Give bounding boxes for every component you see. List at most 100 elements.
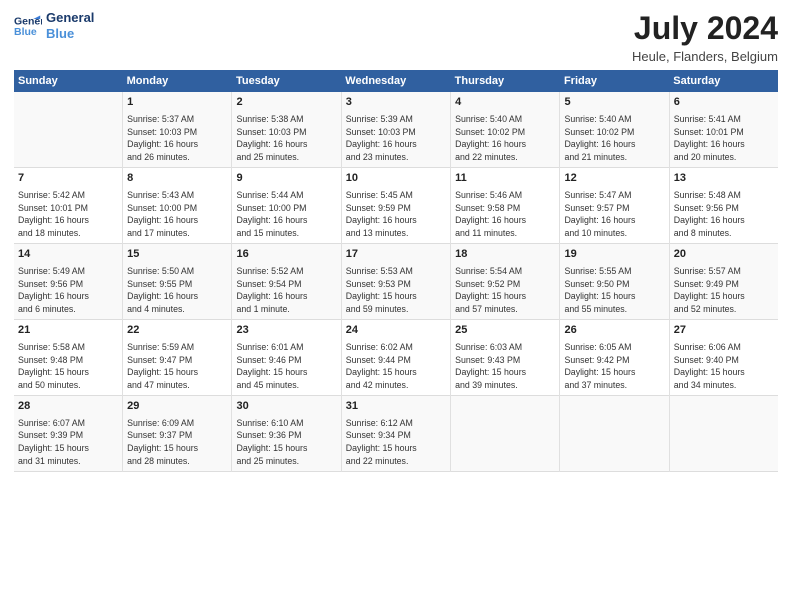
day-number: 24 — [346, 323, 446, 339]
day-info: Sunrise: 5:38 AMSunset: 10:03 PMDaylight… — [236, 113, 336, 164]
day-number: 16 — [236, 247, 336, 263]
calendar-cell-w5-d3: 30 Sunrise: 6:10 AMSunset: 9:36 PMDayligh… — [232, 395, 341, 471]
day-info: Sunrise: 5:59 AMSunset: 9:47 PMDaylight:… — [127, 341, 227, 392]
day-number: 13 — [674, 171, 774, 187]
calendar-cell-w4-d2: 22 Sunrise: 5:59 AMSunset: 9:47 PMDayligh… — [123, 319, 232, 395]
day-info: Sunrise: 5:39 AMSunset: 10:03 PMDaylight… — [346, 113, 446, 164]
subtitle: Heule, Flanders, Belgium — [632, 49, 778, 64]
col-saturday: Saturday — [669, 70, 778, 92]
calendar-cell-w4-d6: 26 Sunrise: 6:05 AMSunset: 9:42 PMDayligh… — [560, 319, 669, 395]
calendar-cell-w2-d7: 13Sunrise: 5:48 AMSunset: 9:56 PMDayligh… — [669, 167, 778, 243]
day-info: Sunrise: 5:49 AMSunset: 9:56 PMDaylight:… — [18, 265, 118, 316]
day-info: Sunrise: 5:57 AMSunset: 9:49 PMDaylight:… — [674, 265, 774, 316]
calendar-cell-w2-d4: 10Sunrise: 5:45 AMSunset: 9:59 PMDayligh… — [341, 167, 450, 243]
calendar-cell-w2-d3: 9 Sunrise: 5:44 AMSunset: 10:00 PMDayligh… — [232, 167, 341, 243]
day-number: 10 — [346, 171, 446, 187]
logo-icon: General Blue — [14, 12, 42, 40]
day-number: 31 — [346, 399, 446, 415]
day-info: Sunrise: 6:07 AMSunset: 9:39 PMDaylight:… — [18, 417, 118, 468]
calendar-cell-w1-d5: 4Sunrise: 5:40 AMSunset: 10:02 PMDayligh… — [451, 92, 560, 167]
calendar-cell-w2-d5: 11Sunrise: 5:46 AMSunset: 9:58 PMDayligh… — [451, 167, 560, 243]
calendar-body: 1Sunrise: 5:37 AMSunset: 10:03 PMDayligh… — [14, 92, 778, 471]
day-info: Sunrise: 6:06 AMSunset: 9:40 PMDaylight:… — [674, 341, 774, 392]
day-number: 19 — [564, 247, 664, 263]
calendar-cell-w4-d1: 21 Sunrise: 5:58 AMSunset: 9:48 PMDayligh… — [14, 319, 123, 395]
calendar-cell-w5-d5 — [451, 395, 560, 471]
calendar-cell-w3-d6: 19 Sunrise: 5:55 AMSunset: 9:50 PMDayligh… — [560, 243, 669, 319]
day-info: Sunrise: 5:42 AMSunset: 10:01 PMDaylight… — [18, 189, 118, 240]
main-title: July 2024 — [632, 10, 778, 47]
calendar-cell-w1-d2: 1Sunrise: 5:37 AMSunset: 10:03 PMDayligh… — [123, 92, 232, 167]
calendar-cell-w1-d3: 2 Sunrise: 5:38 AMSunset: 10:03 PMDayligh… — [232, 92, 341, 167]
calendar-cell-w1-d1 — [14, 92, 123, 167]
day-number: 21 — [18, 323, 118, 339]
day-number: 14 — [18, 247, 118, 263]
day-number: 12 — [564, 171, 664, 187]
day-number: 20 — [674, 247, 774, 263]
header: General Blue General Blue July 2024 Heul… — [14, 10, 778, 64]
day-info: Sunrise: 5:47 AMSunset: 9:57 PMDaylight:… — [564, 189, 664, 240]
calendar-cell-w1-d7: 6Sunrise: 5:41 AMSunset: 10:01 PMDayligh… — [669, 92, 778, 167]
day-info: Sunrise: 5:44 AMSunset: 10:00 PMDaylight… — [236, 189, 336, 240]
col-wednesday: Wednesday — [341, 70, 450, 92]
day-info: Sunrise: 5:54 AMSunset: 9:52 PMDaylight:… — [455, 265, 555, 316]
week-row-4: 21 Sunrise: 5:58 AMSunset: 9:48 PMDayligh… — [14, 319, 778, 395]
day-number: 2 — [236, 95, 336, 111]
day-number: 3 — [346, 95, 446, 111]
day-info: Sunrise: 5:58 AMSunset: 9:48 PMDaylight:… — [18, 341, 118, 392]
calendar-cell-w2-d1: 7 Sunrise: 5:42 AMSunset: 10:01 PMDayligh… — [14, 167, 123, 243]
calendar-cell-w5-d2: 29Sunrise: 6:09 AMSunset: 9:37 PMDayligh… — [123, 395, 232, 471]
day-info: Sunrise: 6:01 AMSunset: 9:46 PMDaylight:… — [236, 341, 336, 392]
calendar-cell-w3-d1: 14 Sunrise: 5:49 AMSunset: 9:56 PMDayligh… — [14, 243, 123, 319]
day-number: 7 — [18, 171, 118, 187]
calendar-cell-w3-d4: 17Sunrise: 5:53 AMSunset: 9:53 PMDayligh… — [341, 243, 450, 319]
day-info: Sunrise: 6:10 AMSunset: 9:36 PMDaylight:… — [236, 417, 336, 468]
day-info: Sunrise: 5:50 AMSunset: 9:55 PMDaylight:… — [127, 265, 227, 316]
week-row-3: 14 Sunrise: 5:49 AMSunset: 9:56 PMDayligh… — [14, 243, 778, 319]
logo-line2: Blue — [46, 26, 94, 42]
day-info: Sunrise: 5:46 AMSunset: 9:58 PMDaylight:… — [455, 189, 555, 240]
logo: General Blue General Blue — [14, 10, 94, 41]
day-number: 15 — [127, 247, 227, 263]
day-number: 22 — [127, 323, 227, 339]
calendar-cell-w2-d2: 8Sunrise: 5:43 AMSunset: 10:00 PMDayligh… — [123, 167, 232, 243]
day-info: Sunrise: 5:37 AMSunset: 10:03 PMDaylight… — [127, 113, 227, 164]
week-row-2: 7 Sunrise: 5:42 AMSunset: 10:01 PMDayligh… — [14, 167, 778, 243]
day-info: Sunrise: 5:40 AMSunset: 10:02 PMDaylight… — [455, 113, 555, 164]
calendar-cell-w4-d3: 23 Sunrise: 6:01 AMSunset: 9:46 PMDayligh… — [232, 319, 341, 395]
calendar-cell-w2-d6: 12 Sunrise: 5:47 AMSunset: 9:57 PMDayligh… — [560, 167, 669, 243]
col-tuesday: Tuesday — [232, 70, 341, 92]
logo-text: General Blue — [46, 10, 94, 41]
day-number: 27 — [674, 323, 774, 339]
calendar-cell-w4-d7: 27 Sunrise: 6:06 AMSunset: 9:40 PMDayligh… — [669, 319, 778, 395]
calendar-cell-w3-d2: 15 Sunrise: 5:50 AMSunset: 9:55 PMDayligh… — [123, 243, 232, 319]
day-info: Sunrise: 5:40 AMSunset: 10:02 PMDaylight… — [564, 113, 664, 164]
calendar-cell-w5-d7 — [669, 395, 778, 471]
day-info: Sunrise: 6:05 AMSunset: 9:42 PMDaylight:… — [564, 341, 664, 392]
calendar-cell-w4-d5: 25 Sunrise: 6:03 AMSunset: 9:43 PMDayligh… — [451, 319, 560, 395]
day-info: Sunrise: 5:55 AMSunset: 9:50 PMDaylight:… — [564, 265, 664, 316]
day-number: 28 — [18, 399, 118, 415]
day-info: Sunrise: 5:52 AMSunset: 9:54 PMDaylight:… — [236, 265, 336, 316]
title-block: July 2024 Heule, Flanders, Belgium — [632, 10, 778, 64]
day-number: 29 — [127, 399, 227, 415]
day-number: 8 — [127, 171, 227, 187]
day-number: 23 — [236, 323, 336, 339]
calendar-cell-w1-d4: 3 Sunrise: 5:39 AMSunset: 10:03 PMDayligh… — [341, 92, 450, 167]
col-sunday: Sunday — [14, 70, 123, 92]
calendar-cell-w1-d6: 5 Sunrise: 5:40 AMSunset: 10:02 PMDayligh… — [560, 92, 669, 167]
day-number: 17 — [346, 247, 446, 263]
calendar-table: Sunday Monday Tuesday Wednesday Thursday… — [14, 70, 778, 472]
calendar-cell-w5-d6 — [560, 395, 669, 471]
day-number: 9 — [236, 171, 336, 187]
day-info: Sunrise: 6:03 AMSunset: 9:43 PMDaylight:… — [455, 341, 555, 392]
day-info: Sunrise: 5:41 AMSunset: 10:01 PMDaylight… — [674, 113, 774, 164]
day-number: 26 — [564, 323, 664, 339]
logo-line1: General — [46, 10, 94, 26]
day-number: 30 — [236, 399, 336, 415]
day-info: Sunrise: 6:02 AMSunset: 9:44 PMDaylight:… — [346, 341, 446, 392]
day-number: 5 — [564, 95, 664, 111]
calendar-cell-w3-d5: 18Sunrise: 5:54 AMSunset: 9:52 PMDayligh… — [451, 243, 560, 319]
day-number: 25 — [455, 323, 555, 339]
calendar-cell-w4-d4: 24 Sunrise: 6:02 AMSunset: 9:44 PMDayligh… — [341, 319, 450, 395]
